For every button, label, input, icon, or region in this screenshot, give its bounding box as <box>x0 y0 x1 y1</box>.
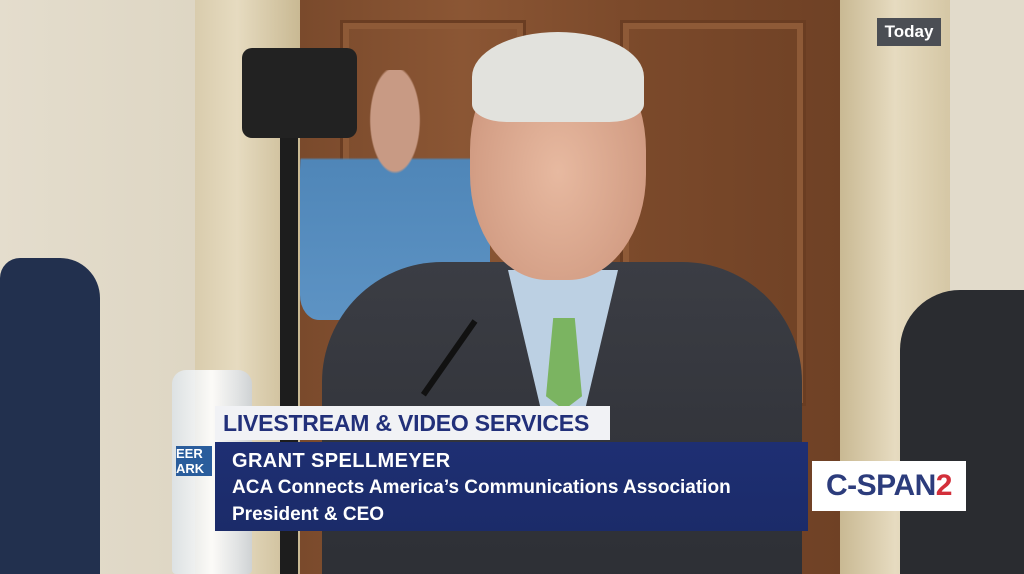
speaker-organization: ACA Connects America’s Communications As… <box>232 477 731 498</box>
video-camera <box>242 48 357 138</box>
logo-number: 2 <box>935 469 953 502</box>
speaker-role: President & CEO <box>232 504 385 525</box>
speaker-hair <box>472 32 644 122</box>
video-frame: EER ARK Today LIVESTREAM & VIDEO SERVICE… <box>0 0 1024 574</box>
lower-third-caption: GRANT SPELLMEYER ACA Connects America’s … <box>215 442 808 531</box>
bottle-label-line-1: EER <box>176 446 203 461</box>
person-right-foreground <box>900 290 1024 574</box>
speaker-name: GRANT SPELLMEYER <box>232 450 451 472</box>
cspan2-logo: C-SPAN2 <box>812 461 966 511</box>
person-left-foreground <box>0 258 100 574</box>
bottle-label-line-2: ARK <box>176 461 205 476</box>
livestream-banner: LIVESTREAM & VIDEO SERVICES <box>215 406 610 440</box>
today-badge: Today <box>877 18 941 46</box>
logo-brand: C-SPAN <box>826 469 936 502</box>
